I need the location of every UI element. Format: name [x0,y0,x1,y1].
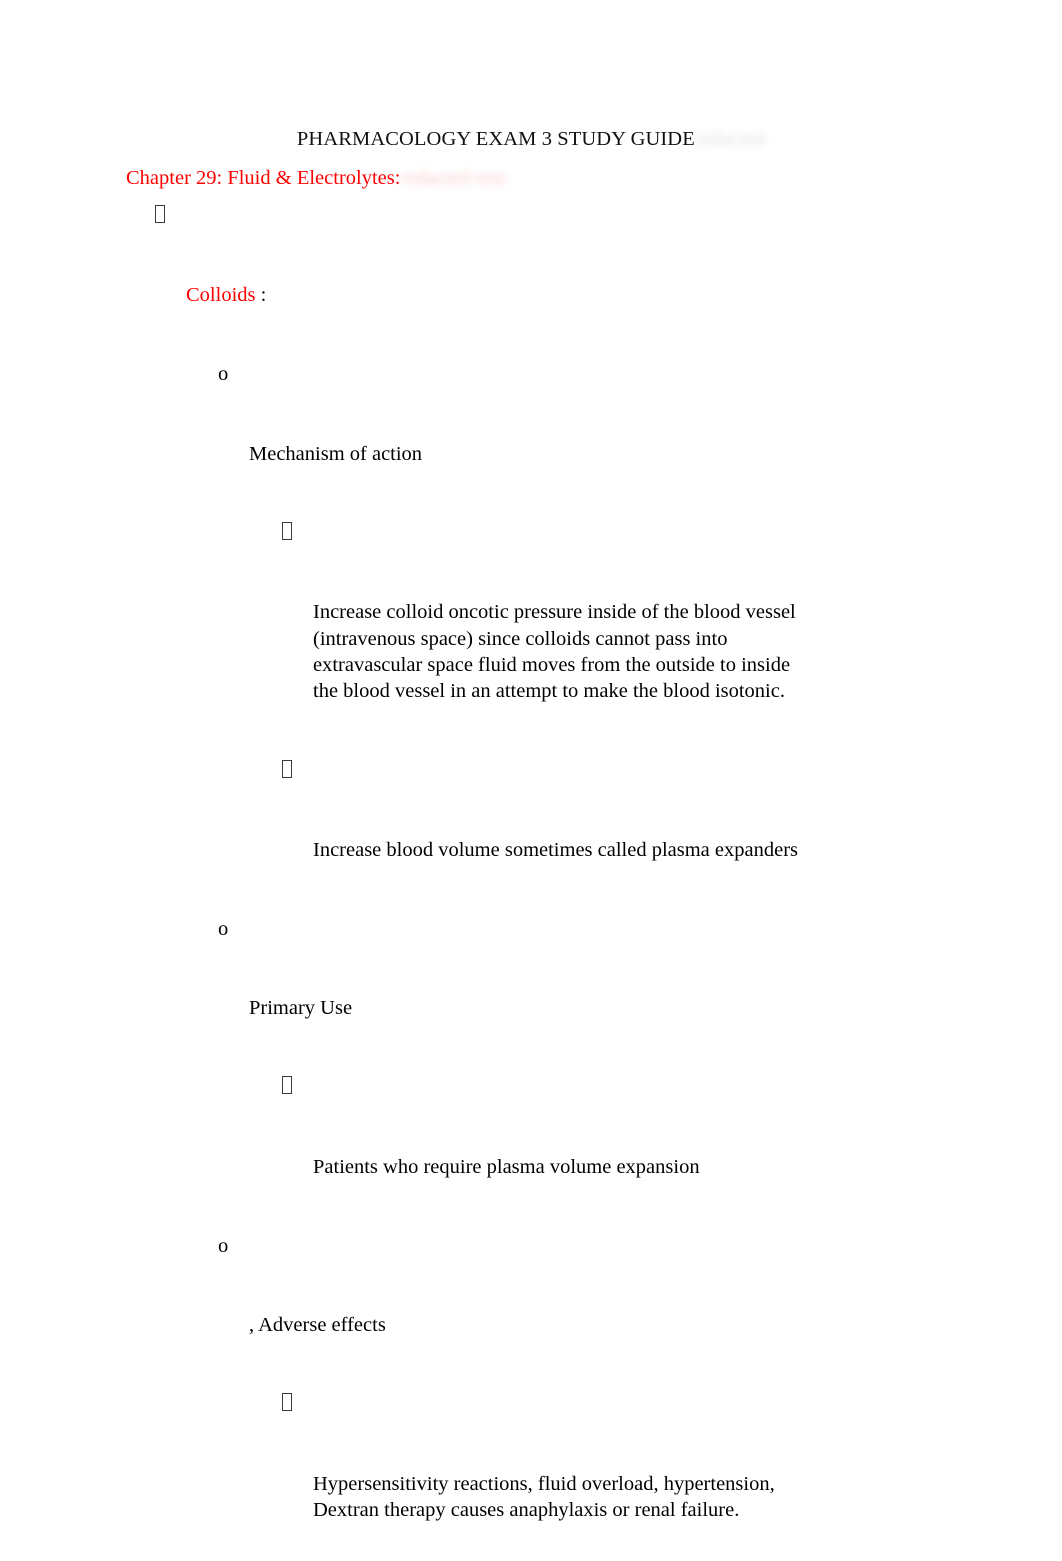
bullet-box-icon [155,203,165,229]
bullet-box-icon [282,520,292,546]
circle-marker-icon: o [218,1234,229,1257]
list-item-colloids-moa: o Mechanism of action [0,361,1062,519]
list-item: Increase blood volume sometimes called p… [0,758,1062,916]
page-title-text: PHARMACOLOGY EXAM 3 STUDY GUIDE [296,128,695,150]
list-item: Patients who require plasma volume expan… [0,1074,1062,1232]
bullet-box-icon [282,1391,292,1417]
document-page: PHARMACOLOGY EXAM 3 STUDY GUIDE redacted … [0,0,1062,1561]
list-item: Hypersensitivity reactions, fluid overlo… [0,1391,1062,1561]
title-redacted-text: redacted [694,128,766,150]
bullet-box-icon [282,758,292,784]
colloids-moa-label: Mechanism of action [249,442,423,465]
list-item-colloids-adverse: o , Adverse effects [0,1233,1062,1391]
list-item: Increase colloid oncotic pressure inside… [0,520,1062,758]
colloids-primary-use-label: Primary Use [249,997,353,1020]
colloids-label-suffix: : [255,284,267,307]
document-body: Chapter 29: Fluid & Electrolytes:redacte… [0,163,1062,1561]
colloids-label: Colloids [186,284,256,307]
circle-marker-icon: o [218,917,229,940]
list-item-colloids-primary-use: o Primary Use [0,916,1062,1074]
colloids-moa-item-1: Increase colloid oncotic pressure inside… [313,601,801,703]
chapter-heading-text: Chapter 29: Fluid & Electrolytes: [126,167,401,189]
chapter-heading: Chapter 29: Fluid & Electrolytes:redacte… [0,163,1062,193]
colloids-adverse-label: , Adverse effects [249,1314,386,1337]
bullet-box-icon [282,1074,292,1100]
colloids-primary-use-item-1: Patients who require plasma volume expan… [313,1155,700,1178]
circle-marker-icon: o [218,363,229,386]
colloids-moa-item-2: Increase blood volume sometimes called p… [313,838,799,861]
chapter-redacted-text: redacted text [400,167,506,189]
page-title: PHARMACOLOGY EXAM 3 STUDY GUIDEredacted [0,126,1062,152]
colloids-adverse-item-1: Hypersensitivity reactions, fluid overlo… [313,1472,780,1521]
list-item-colloids: Colloids : [0,203,1062,361]
